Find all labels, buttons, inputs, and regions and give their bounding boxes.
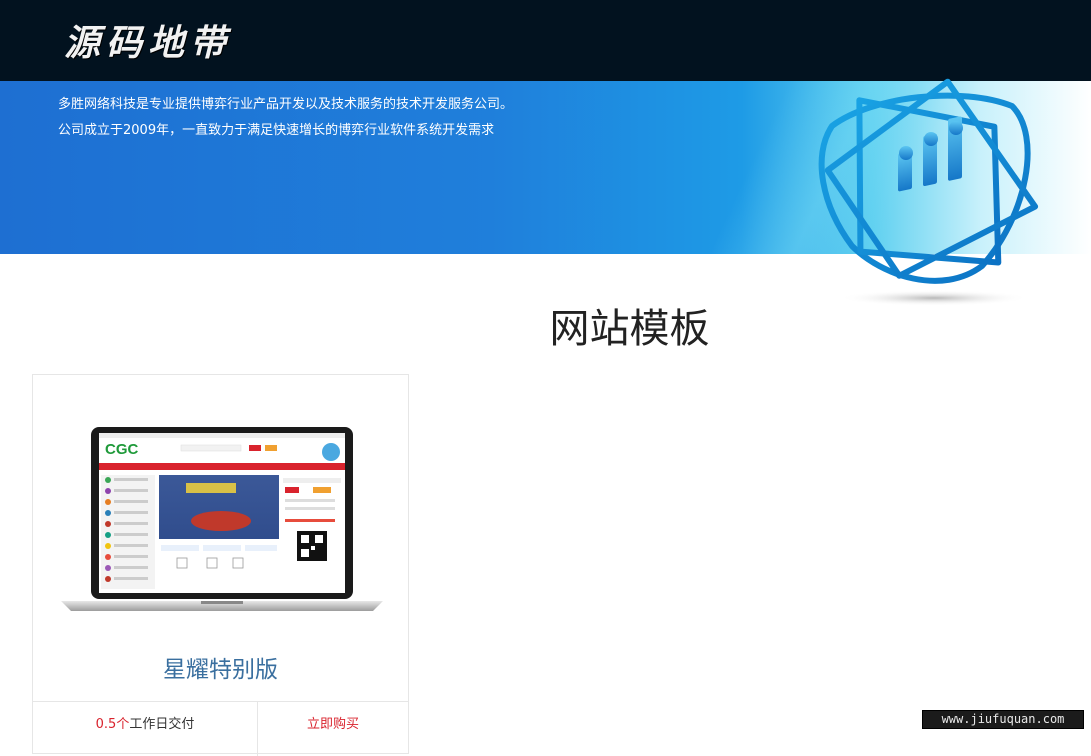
- chart-people-emblem-icon: [818, 78, 1039, 306]
- buy-now-button[interactable]: 立即购买: [258, 713, 408, 732]
- delivery-info: 0.5个工作日交付: [33, 702, 258, 756]
- top-header: 源码地带: [0, 0, 1091, 81]
- laptop-preview-image[interactable]: CGC: [61, 423, 383, 615]
- delivery-number: 0.5个: [95, 717, 130, 732]
- product-title[interactable]: 星耀特别版: [33, 650, 408, 684]
- delivery-label: 工作日交付: [129, 717, 195, 732]
- product-card[interactable]: CGC 星耀特别版 0.5个工作日交付 立即购买: [32, 374, 409, 756]
- company-intro-text: 多胜网络科技是专业提供博弈行业产品开发以及技术服务的技术开发服务公司。公司成立于…: [58, 97, 514, 138]
- preview-brand: CGC: [105, 441, 139, 458]
- delivery-text: 0.5个工作日交付: [33, 713, 257, 732]
- product-card-footer: 0.5个工作日交付 立即购买: [33, 701, 408, 756]
- watermark-label: www.jiufuquan.com: [922, 710, 1084, 729]
- site-logo[interactable]: 源码地带: [64, 14, 232, 66]
